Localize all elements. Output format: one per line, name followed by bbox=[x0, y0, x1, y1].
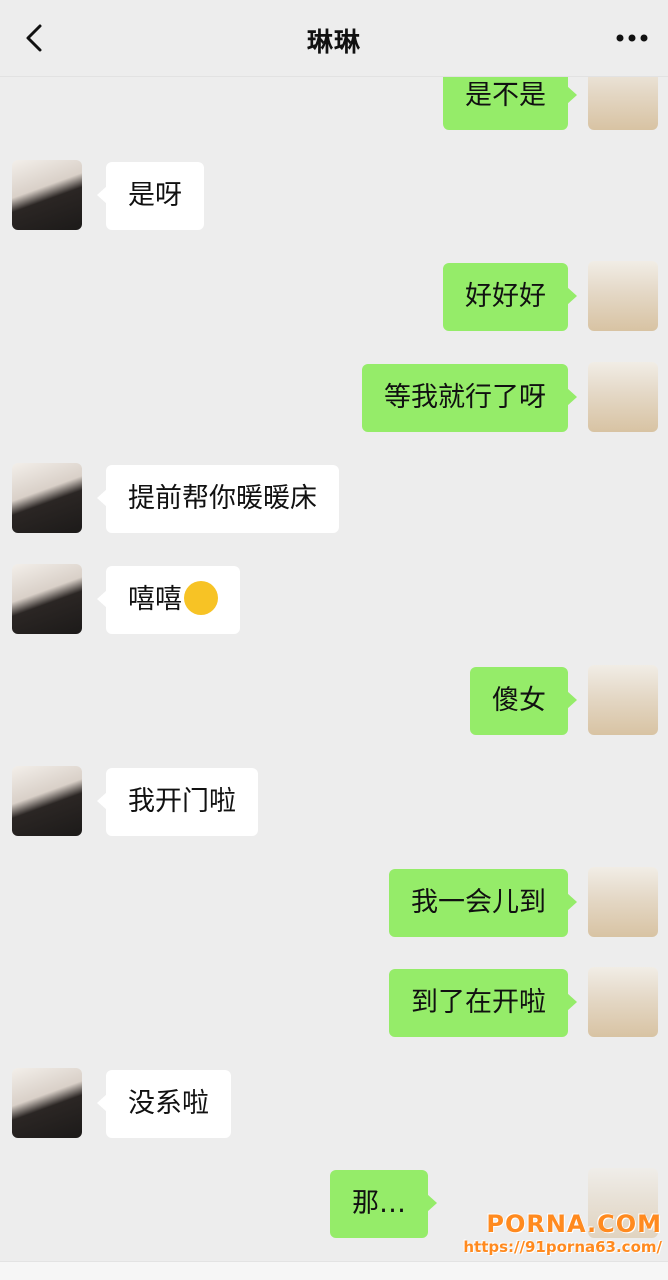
watermark: PORNA.COM https://91porna63.com/ bbox=[463, 1210, 662, 1256]
message-row: 好好好 bbox=[0, 261, 668, 333]
message-bubble[interactable]: 那… bbox=[330, 1170, 437, 1238]
my-avatar[interactable] bbox=[588, 362, 658, 432]
message-row: 等我就行了呀 bbox=[0, 362, 668, 434]
watermark-brand: PORNA.COM bbox=[486, 1210, 662, 1238]
message-row: 提前帮你暖暖床 bbox=[0, 463, 668, 535]
message-row: 到了在开啦 bbox=[0, 967, 668, 1039]
message-bubble[interactable]: 是呀 bbox=[97, 162, 204, 230]
contact-avatar[interactable] bbox=[12, 564, 82, 634]
my-avatar[interactable] bbox=[588, 867, 658, 937]
chat-title: 琳琳 bbox=[306, 28, 361, 58]
message-list[interactable]: 是不是 是呀 好好好 等我就行了呀 提前帮你暖暖床 嘻嘻 傻女 我开门啦 我一会… bbox=[0, 0, 668, 1280]
contact-avatar[interactable] bbox=[12, 1068, 82, 1138]
winking-tongue-emoji-icon bbox=[184, 580, 218, 615]
contact-avatar[interactable] bbox=[12, 766, 82, 836]
message-text: 嘻嘻 bbox=[128, 584, 182, 615]
message-row: 是呀 bbox=[0, 160, 668, 232]
message-bubble[interactable]: 没系啦 bbox=[97, 1070, 231, 1138]
message-row: 嘻嘻 bbox=[0, 564, 668, 636]
message-row: 我一会儿到 bbox=[0, 867, 668, 939]
message-bubble[interactable]: 等我就行了呀 bbox=[362, 364, 577, 432]
message-bubble[interactable]: 嘻嘻 bbox=[97, 566, 240, 634]
my-avatar[interactable] bbox=[588, 261, 658, 331]
contact-avatar[interactable] bbox=[12, 463, 82, 533]
message-bubble[interactable]: 傻女 bbox=[470, 667, 577, 735]
input-bar[interactable] bbox=[0, 1261, 668, 1280]
message-bubble[interactable]: 提前帮你暖暖床 bbox=[97, 465, 339, 533]
my-avatar[interactable] bbox=[588, 665, 658, 735]
more-dots-icon bbox=[616, 34, 648, 42]
message-row: 傻女 bbox=[0, 665, 668, 737]
more-button[interactable] bbox=[612, 20, 652, 56]
my-avatar[interactable] bbox=[588, 967, 658, 1037]
message-row: 我开门啦 bbox=[0, 766, 668, 838]
message-row: 没系啦 bbox=[0, 1068, 668, 1140]
message-bubble[interactable]: 好好好 bbox=[443, 263, 577, 331]
message-bubble[interactable]: 到了在开啦 bbox=[389, 969, 577, 1037]
chat-header: 琳琳 bbox=[0, 0, 668, 77]
message-bubble[interactable]: 我开门啦 bbox=[97, 768, 258, 836]
contact-avatar[interactable] bbox=[12, 160, 82, 230]
watermark-url: https://91porna63.com/ bbox=[463, 1238, 662, 1256]
message-bubble[interactable]: 我一会儿到 bbox=[389, 869, 577, 937]
